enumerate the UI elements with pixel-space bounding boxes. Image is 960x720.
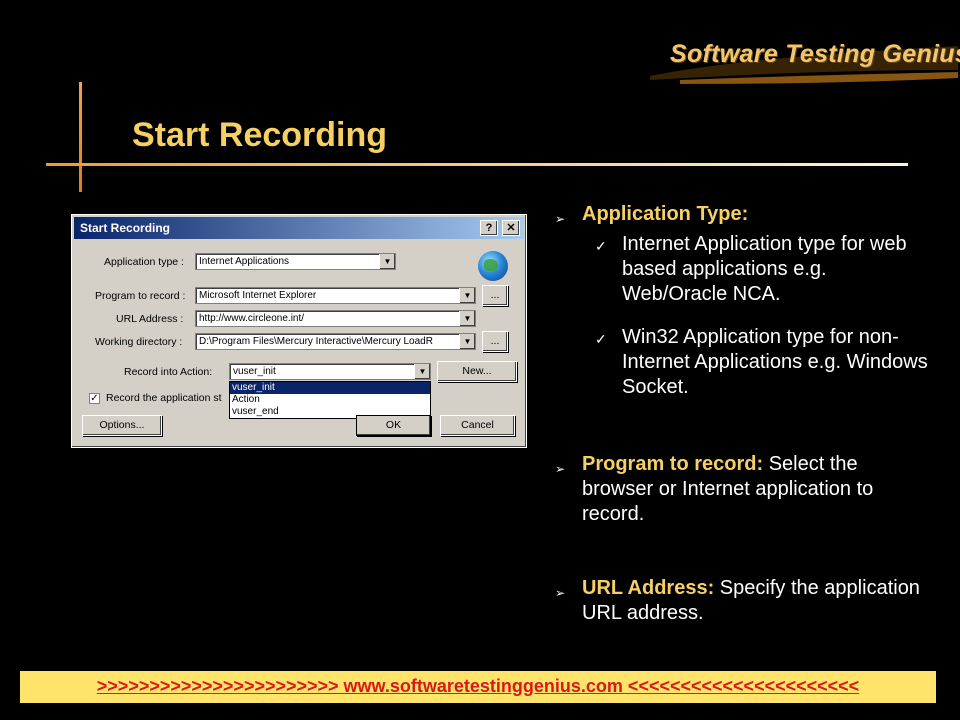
url-value: http://www.circleone.int/: [199, 313, 305, 324]
check-icon: ✓: [595, 238, 607, 254]
bullet-key: Application Type:: [582, 203, 749, 225]
working-dir-label: Working directory :: [95, 336, 183, 348]
list-item[interactable]: vuser_init: [230, 382, 430, 394]
record-action-select[interactable]: vuser_init ▼: [229, 363, 431, 380]
help-button[interactable]: ?: [480, 220, 498, 236]
record-action-value: vuser_init: [233, 366, 276, 377]
action-dropdown-list[interactable]: vuser_init Action vuser_end: [229, 381, 431, 419]
frame-vertical-line: [79, 82, 82, 192]
program-browse-button[interactable]: ...: [482, 285, 508, 306]
program-select[interactable]: Microsoft Internet Explorer ▼: [195, 287, 476, 304]
bullet-text: Program to record: Select the browser or…: [582, 452, 932, 527]
sub-bullet-text: Internet Application type for web based …: [622, 233, 907, 305]
list-item[interactable]: Action: [230, 394, 430, 406]
ok-button[interactable]: OK: [356, 415, 431, 436]
record-application-checkbox[interactable]: ✓: [89, 393, 100, 404]
record-application-label: Record the application st: [106, 392, 222, 404]
bullet-key: URL Address:: [582, 577, 715, 599]
url-label: URL Address :: [116, 313, 184, 325]
bullet-text: URL Address: Specify the application URL…: [582, 576, 932, 626]
check-icon: ✓: [595, 331, 607, 347]
dialog-title: Start Recording: [80, 221, 171, 235]
record-action-label: Record into Action:: [124, 366, 213, 378]
program-value: Microsoft Internet Explorer: [199, 290, 317, 301]
start-recording-dialog: Start Recording ? ✕ Application type : I…: [71, 214, 527, 448]
frame-horizontal-line: [46, 163, 908, 166]
cancel-button[interactable]: Cancel: [440, 415, 515, 436]
options-button[interactable]: Options...: [82, 415, 162, 436]
close-button[interactable]: ✕: [502, 220, 520, 236]
chevron-down-icon[interactable]: ▼: [414, 364, 430, 379]
program-label: Program to record :: [95, 290, 186, 302]
working-dir-browse-button[interactable]: ...: [482, 331, 508, 352]
chevron-down-icon[interactable]: ▼: [459, 334, 475, 349]
url-input[interactable]: http://www.circleone.int/ ▼: [195, 310, 476, 327]
frame-corner-tick: [46, 163, 80, 166]
application-type-value: Internet Applications: [199, 256, 290, 267]
bullet-key: Program to record:: [582, 453, 764, 475]
working-dir-input[interactable]: D:\Program Files\Mercury Interactive\Mer…: [195, 333, 476, 350]
logo-text: Software Testing Genius: [670, 40, 960, 68]
slide-title: Start Recording: [132, 116, 388, 154]
arrow-bullet-icon: ➢: [555, 212, 566, 226]
working-dir-value: D:\Program Files\Mercury Interactive\Mer…: [199, 336, 433, 347]
chevron-down-icon[interactable]: ▼: [459, 311, 475, 326]
footer-banner: >>>>>>>>>>>>>>>>>>>>>>> www.softwaretest…: [20, 671, 936, 703]
sub-bullet-text: Win32 Application type for non-Internet …: [622, 326, 928, 398]
dialog-titlebar: Start Recording ? ✕: [74, 217, 524, 239]
logo: Software Testing Genius: [640, 28, 960, 88]
chevron-down-icon[interactable]: ▼: [379, 254, 395, 269]
website-link[interactable]: >>>>>>>>>>>>>>>>>>>>>>> www.softwaretest…: [97, 676, 859, 696]
arrow-bullet-icon: ➢: [555, 462, 566, 476]
chevron-down-icon[interactable]: ▼: [459, 288, 475, 303]
new-action-button[interactable]: New...: [437, 361, 517, 382]
application-type-label: Application type :: [104, 256, 184, 268]
arrow-bullet-icon: ➢: [555, 586, 566, 600]
globe-icon: [478, 251, 508, 281]
application-type-select[interactable]: Internet Applications ▼: [195, 253, 396, 270]
